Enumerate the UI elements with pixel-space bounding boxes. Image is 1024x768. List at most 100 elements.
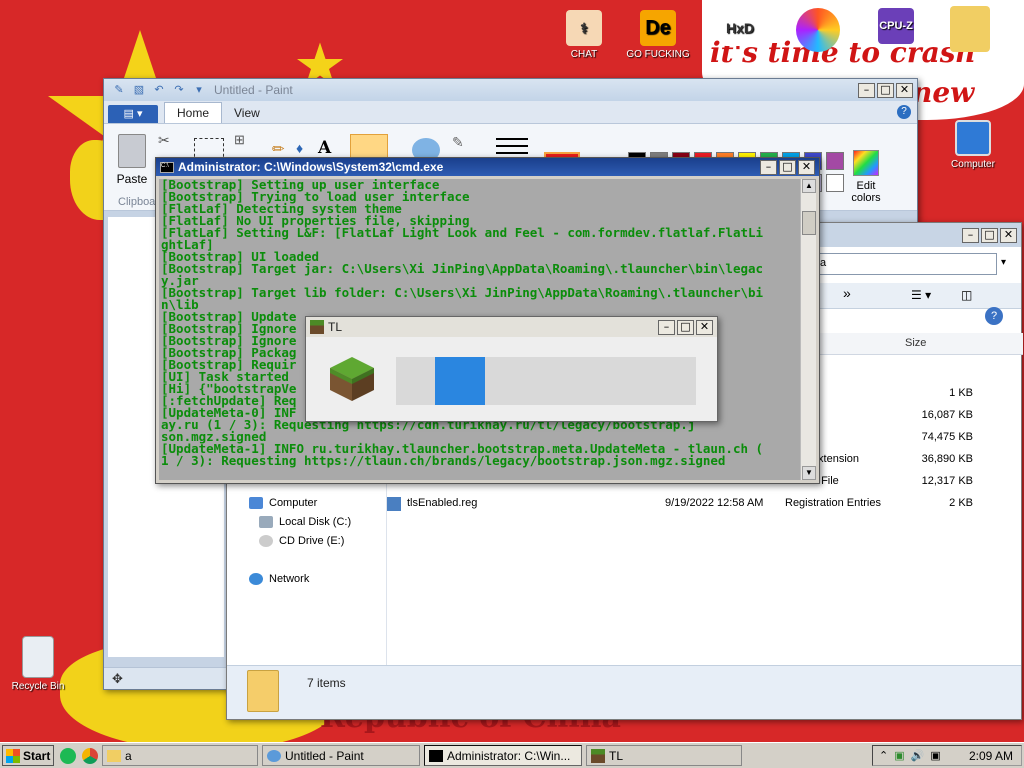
close-button[interactable]: ✕	[696, 319, 713, 335]
edit-colors-button[interactable]: Edit colors	[846, 150, 886, 204]
maximize-button[interactable]: □	[981, 227, 998, 243]
help-icon[interactable]: ?	[897, 105, 911, 119]
scroll-up-button[interactable]: ▲	[802, 179, 816, 193]
taskbar-item-cmd[interactable]: Administrator: C:\Win...	[424, 745, 582, 766]
minimize-button[interactable]: –	[962, 227, 979, 243]
minimize-button[interactable]: –	[858, 82, 875, 98]
tl-app-icon	[310, 320, 324, 334]
text-tool-icon[interactable]: A	[318, 138, 331, 158]
close-button[interactable]: ✕	[798, 159, 815, 175]
outline-icon[interactable]: ✎	[452, 134, 464, 151]
start-button[interactable]: Start	[2, 745, 54, 766]
paint-titlebar[interactable]: ✎ ▧ ↶ ↷ ▾ Untitled - Paint – □ ✕	[104, 79, 917, 101]
cpuz-icon: CPU-Z	[878, 8, 914, 44]
taskbar-item-tl[interactable]: TL	[586, 745, 742, 766]
maximize-button[interactable]: □	[677, 319, 694, 335]
paste-button[interactable]: Paste	[114, 134, 150, 186]
desktop-icon-user-folder[interactable]	[934, 6, 1006, 55]
maximize-button[interactable]: □	[877, 82, 894, 98]
edit-colors-label: Edit colors	[851, 180, 881, 204]
save-icon[interactable]: ▧	[132, 83, 146, 97]
nav-item-computer[interactable]: Computer	[249, 497, 317, 509]
file-row[interactable]: tlsEnabled.reg 9/19/2022 12:58 AM Registra…	[387, 493, 1023, 515]
volume-icon[interactable]: 🔊	[911, 749, 925, 762]
desktop-icon-chat-support[interactable]: ⚕ CHAT SUPPORT	[548, 10, 620, 61]
crop-icon[interactable]: ⊞	[234, 132, 245, 148]
console-line: 1 / 3): Requesting https://tlaun.ch/bran…	[161, 453, 726, 468]
redo-icon[interactable]: ↷	[172, 83, 186, 97]
paint-icon	[267, 749, 281, 762]
taskbar-item-folder[interactable]: a	[102, 745, 258, 766]
browser-icon	[796, 8, 840, 52]
undo-icon[interactable]: ↶	[152, 83, 166, 97]
nav-item-cd-drive[interactable]: CD Drive (E:)	[259, 535, 344, 547]
desktop-icon-label: Recycle Bin	[11, 681, 65, 692]
desktop-icon-recycle-bin[interactable]: Recycle Bin	[2, 636, 74, 692]
user-folder-icon	[950, 6, 990, 52]
bubble-text-line2: new	[912, 76, 975, 109]
maximize-button[interactable]: □	[779, 159, 796, 175]
ribbon-tabs: ▤ ▾ Home View	[104, 101, 917, 123]
tl-window[interactable]: TL – □ ✕	[305, 316, 718, 422]
customize-qat-icon[interactable]: ▾	[192, 83, 206, 97]
system-tray: ⌃ ▣ 🔊 ▣ 2:09 AM	[872, 745, 1022, 766]
close-button[interactable]: ✕	[1000, 227, 1017, 243]
task-label: a	[125, 748, 132, 763]
palette-color-swatch[interactable]	[826, 152, 844, 170]
cut-icon[interactable]: ✂	[158, 132, 170, 149]
cursor-position-icon: ✥	[112, 671, 123, 686]
console-line: [FlatLaf] Setting L&F: [FlatLaf Light Lo…	[161, 225, 764, 240]
scroll-thumb[interactable]	[802, 211, 816, 235]
file-date: 9/19/2022 12:58 AM	[665, 497, 764, 509]
cmd-scrollbar[interactable]: ▲ ▼	[800, 179, 816, 480]
nav-item-network[interactable]: Network	[249, 573, 309, 585]
cmd-icon	[429, 749, 443, 762]
desktop-icon-hxd[interactable]: HxD	[704, 10, 776, 49]
tab-home[interactable]: Home	[164, 102, 223, 123]
scroll-down-button[interactable]: ▼	[802, 466, 816, 480]
task-label: TL	[609, 748, 624, 763]
cmd-icon: C:\	[160, 161, 174, 173]
desktop-icon-cpuz[interactable]: CPU-Z	[860, 8, 932, 47]
fill-icon[interactable]: ♦	[296, 140, 303, 156]
desktop-icon-label: CHAT SUPPORT	[560, 49, 608, 61]
cmd-titlebar[interactable]: C:\ Administrator: C:\Windows\System32\c…	[156, 158, 819, 176]
address-dropdown-icon[interactable]: ▾	[1001, 257, 1006, 268]
minimize-button[interactable]: –	[658, 319, 675, 335]
file-size: 16,087 KB	[921, 409, 973, 421]
clock[interactable]: 2:09 AM	[969, 749, 1013, 763]
file-menu-button[interactable]: ▤ ▾	[108, 105, 158, 123]
paint-app-icon: ✎	[114, 84, 124, 96]
tray-misc-icon[interactable]: ▣	[930, 749, 940, 762]
computer-icon	[955, 120, 991, 156]
tray-expand-icon[interactable]: ⌃	[879, 749, 888, 762]
nav-item-local-disk[interactable]: Local Disk (C:)	[259, 516, 351, 528]
address-bar[interactable]: a	[815, 253, 997, 275]
desktop-icon-firefox[interactable]	[782, 8, 854, 55]
chrome-icon[interactable]	[82, 747, 98, 764]
folder-icon	[107, 749, 121, 762]
pencil-icon[interactable]: ✏	[272, 140, 285, 158]
help-icon[interactable]: ?	[985, 307, 1003, 325]
folder-icon	[247, 670, 279, 712]
network-tray-icon[interactable]: ▣	[894, 749, 904, 762]
file-size: 2 KB	[949, 497, 973, 509]
column-size[interactable]: Size	[905, 337, 926, 349]
paint-title: Untitled - Paint	[214, 83, 293, 97]
desktop-icon-computer[interactable]: Computer	[937, 120, 1009, 170]
file-size: 36,890 KB	[921, 453, 973, 465]
paste-label: Paste	[116, 172, 148, 186]
spotify-icon[interactable]	[60, 747, 76, 764]
close-button[interactable]: ✕	[896, 82, 913, 98]
de-icon: De	[640, 10, 676, 46]
minimize-button[interactable]: –	[760, 159, 777, 175]
view-options-icon[interactable]: ☰ ▾	[911, 288, 931, 302]
toolbar-more-button[interactable]: »	[843, 285, 851, 301]
desktop-icon-go-fucking[interactable]: De GO FUCKING DIE WHORE	[622, 10, 694, 61]
taskbar-item-paint[interactable]: Untitled - Paint	[262, 745, 420, 766]
palette-color-swatch[interactable]	[826, 174, 844, 192]
preview-pane-icon[interactable]: ◫	[961, 288, 972, 302]
windows-logo-icon	[6, 748, 20, 763]
tab-view[interactable]: View	[222, 103, 272, 123]
tl-titlebar[interactable]: TL – □ ✕	[306, 317, 717, 337]
